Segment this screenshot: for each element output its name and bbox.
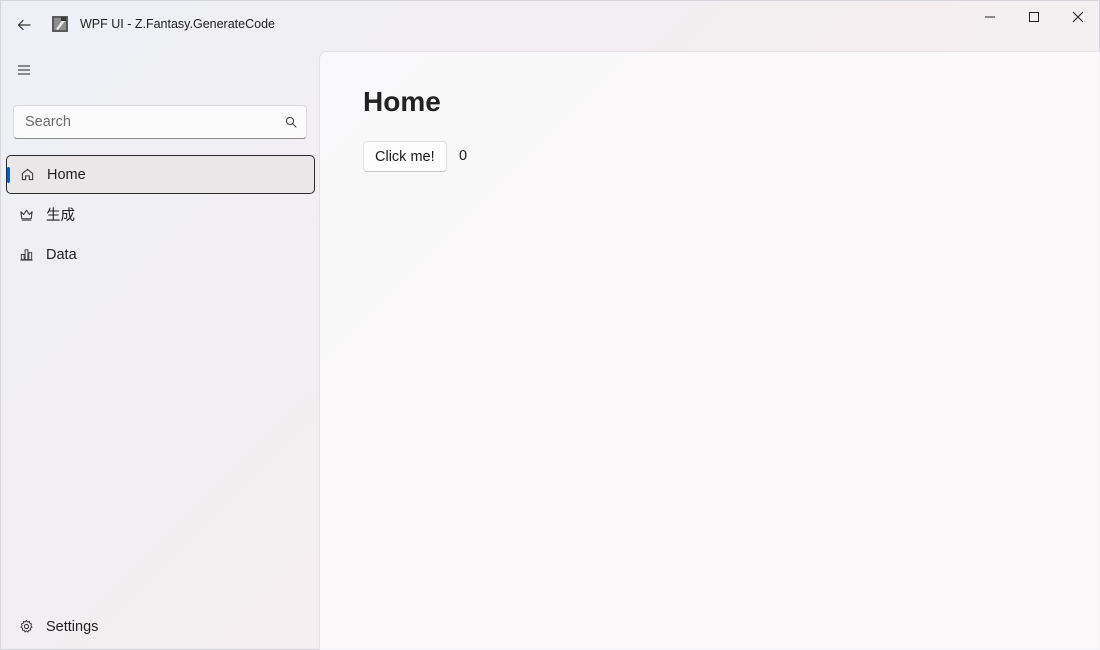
close-icon (1072, 11, 1084, 23)
app-window: WPF UI - Z.Fantasy.GenerateCode Search H… (0, 0, 1100, 650)
gear-icon (18, 619, 34, 635)
hamburger-menu-button[interactable] (10, 57, 38, 83)
home-icon (19, 167, 35, 183)
search-icon (285, 116, 297, 128)
maximize-icon (1029, 12, 1039, 22)
back-button[interactable] (11, 13, 37, 37)
active-indicator (7, 167, 10, 183)
click-counter: 0 (459, 148, 468, 164)
title-bar: WPF UI - Z.Fantasy.GenerateCode (1, 1, 1099, 49)
sidebar-item-label: Home (47, 166, 86, 183)
maximize-button[interactable] (1012, 1, 1056, 33)
sidebar-item-label: 生成 (46, 208, 75, 224)
close-button[interactable] (1056, 1, 1100, 33)
sidebar-item-home[interactable]: Home (6, 155, 315, 194)
bar-chart-icon (18, 247, 34, 263)
hamburger-icon (18, 65, 30, 75)
sidebar-item-data[interactable]: Data (6, 235, 315, 274)
search-box (13, 105, 307, 139)
sidebar-item-label: Settings (46, 618, 99, 635)
sidebar-item-label: Data (46, 246, 77, 263)
page-title: Home (363, 86, 441, 117)
minimize-button[interactable] (968, 1, 1012, 33)
click-me-button[interactable]: Click me! (363, 141, 447, 172)
crown-icon (18, 207, 34, 223)
search-button[interactable] (276, 116, 306, 128)
app-logo-icon (52, 16, 68, 32)
window-title: WPF UI - Z.Fantasy.GenerateCode (80, 17, 275, 31)
main-content: Home Click me! 0 (319, 51, 1100, 650)
arrow-left-icon (17, 19, 31, 31)
navigation-sidebar: Home 生成 Data (1, 49, 319, 649)
minimize-icon (985, 16, 995, 18)
search-input[interactable] (14, 106, 276, 138)
sidebar-item-settings[interactable]: Settings (6, 607, 315, 646)
sidebar-item-generate[interactable]: 生成 (6, 195, 315, 234)
